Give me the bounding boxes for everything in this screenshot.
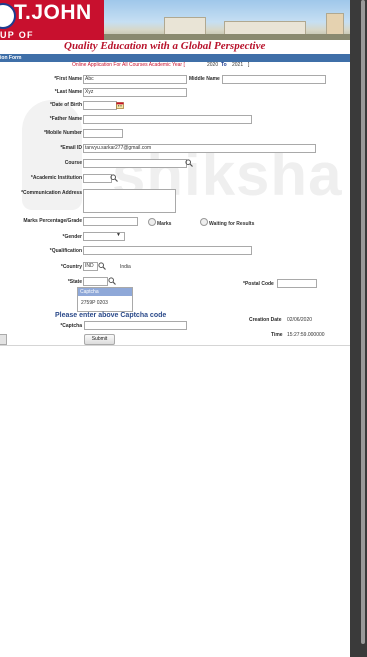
- header-banner: T.JOHN UP OF INSTITUTIONS Quality Educat…: [0, 0, 350, 55]
- calendar-icon[interactable]: [116, 101, 124, 109]
- academic-institution-input[interactable]: [83, 174, 112, 183]
- marks-input[interactable]: [83, 217, 138, 226]
- mobile-label: *Mobile Number: [43, 130, 82, 136]
- captcha-code: 2759P 0203: [81, 300, 108, 306]
- year-to: 2021: [232, 62, 244, 68]
- dropdown-arrow-icon: ▼: [116, 232, 121, 238]
- marks-radio[interactable]: [148, 218, 156, 226]
- last-name-label: *Last Name: [54, 89, 82, 95]
- marks-label: Marks Percentage/Grade: [23, 218, 82, 224]
- country-search-icon[interactable]: [98, 262, 106, 270]
- time-label: Time: [271, 332, 283, 338]
- academic-year-notice: Online Application For All Courses Acade…: [72, 62, 185, 68]
- captcha-instruction: Please enter above Captcha code: [55, 312, 167, 319]
- qualification-label: *Qualification: [49, 248, 82, 254]
- application-page: T.JOHN UP OF INSTITUTIONS Quality Educat…: [0, 0, 350, 657]
- mobile-input[interactable]: [83, 129, 123, 138]
- course-label: Course: [64, 160, 82, 166]
- state-input[interactable]: [83, 277, 108, 286]
- academic-institution-label: *Academic Institution: [30, 175, 82, 181]
- dob-input[interactable]: [83, 101, 117, 110]
- year-bracket: ]: [248, 62, 250, 68]
- country-input[interactable]: IND: [83, 262, 98, 271]
- logo-title: T.JOHN: [14, 1, 92, 24]
- year-from: 2020: [207, 62, 219, 68]
- first-name-input[interactable]: Abc: [83, 75, 187, 84]
- captcha-panel: Captcha 2759P 0203: [77, 287, 133, 312]
- address-label: *Communication Address: [21, 190, 82, 196]
- captcha-label: *Captcha: [60, 323, 82, 329]
- postal-code-input[interactable]: [277, 279, 317, 288]
- college-logo: T.JOHN UP OF INSTITUTIONS: [0, 0, 104, 50]
- captcha-input[interactable]: [84, 321, 187, 330]
- year-to-label: To: [221, 62, 227, 68]
- form-bottom-border: [0, 345, 350, 346]
- creation-date-value: 02/06/2020: [287, 317, 313, 323]
- course-search-icon[interactable]: [185, 159, 193, 167]
- marks-radio-label: Marks: [157, 221, 172, 227]
- tagline: Quality Education with a Global Perspect…: [64, 40, 266, 52]
- state-search-icon[interactable]: [108, 277, 116, 285]
- qualification-input[interactable]: [83, 246, 252, 255]
- creation-date-label: Creation Date: [249, 317, 282, 323]
- middle-name-label: Middle Name: [189, 76, 220, 82]
- dob-label: *Date of Birth: [50, 102, 82, 108]
- email-label: *Email ID: [60, 145, 82, 151]
- scrollbar-thumb[interactable]: [361, 0, 365, 644]
- email-input[interactable]: tanvyu.sarkar277@gmail.com: [83, 144, 316, 153]
- address-textarea[interactable]: [83, 189, 176, 213]
- country-label: *Country: [60, 264, 82, 270]
- father-name-input[interactable]: [83, 115, 252, 124]
- submit-button[interactable]: Submit: [84, 334, 115, 345]
- country-name: India: [120, 264, 131, 270]
- state-label: *State: [67, 279, 82, 285]
- institution-search-icon[interactable]: [110, 174, 118, 182]
- course-input[interactable]: [83, 159, 187, 168]
- captcha-panel-title: Captcha: [78, 288, 132, 296]
- last-name-input[interactable]: Xyz: [83, 88, 187, 97]
- first-name-label: *First Name: [54, 76, 82, 82]
- postal-code-label: *Postal Code: [243, 281, 274, 287]
- waiting-results-radio[interactable]: [200, 218, 208, 226]
- back-button[interactable]: [0, 334, 7, 345]
- waiting-results-radio-label: Waiting for Results: [209, 221, 255, 227]
- father-name-label: *Father Name: [49, 116, 82, 122]
- time-value: 15:27:59.000000: [287, 332, 325, 338]
- form-title-bar: [0, 54, 350, 62]
- middle-name-input[interactable]: [222, 75, 326, 84]
- form-title: ion Form: [0, 55, 22, 61]
- gender-label: *Gender: [62, 234, 82, 240]
- campus-photo: [104, 0, 350, 40]
